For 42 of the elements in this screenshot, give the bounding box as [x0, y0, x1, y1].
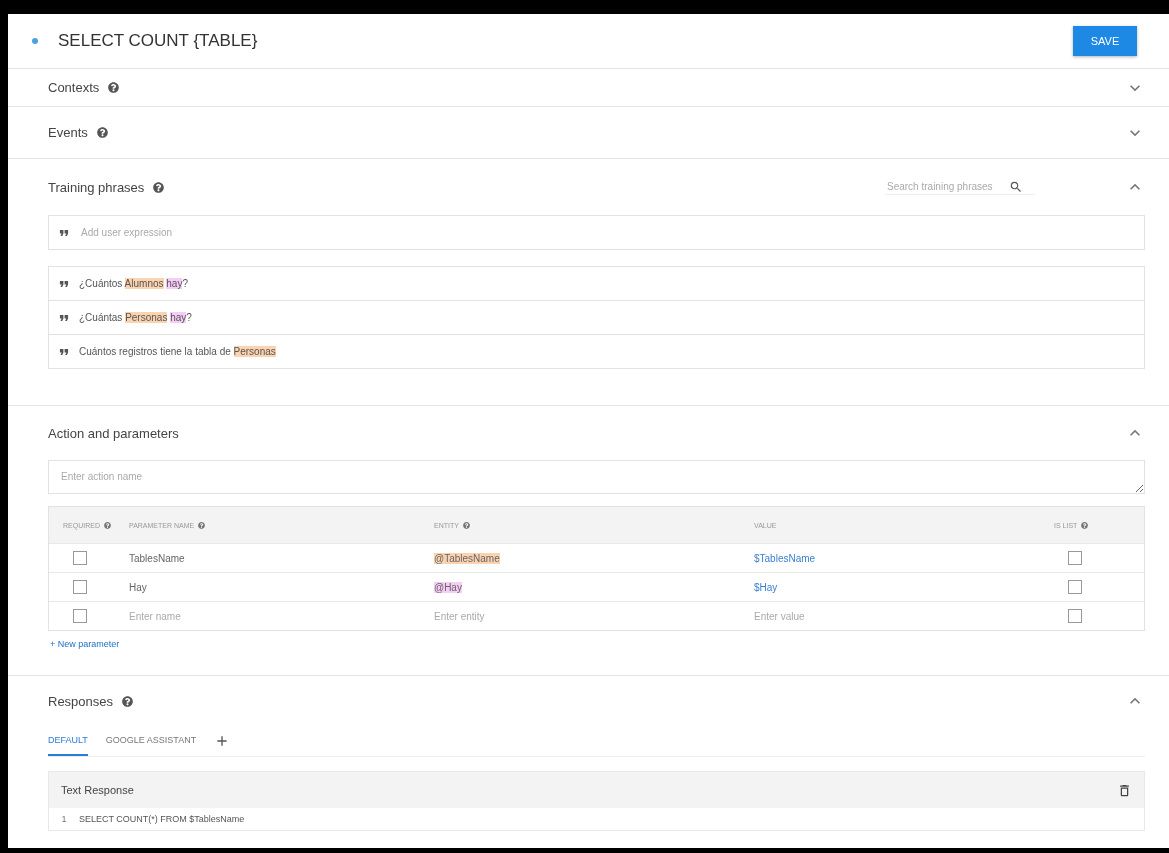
required-checkbox[interactable] [73, 551, 87, 565]
is-list-checkbox[interactable] [1068, 551, 1082, 565]
help-icon[interactable] [153, 181, 165, 193]
add-expression-field[interactable]: Add user expression [48, 215, 1145, 250]
parameter-value: $TablesName [754, 552, 816, 564]
search-icon[interactable] [1009, 179, 1023, 194]
save-button[interactable]: SAVE [1073, 26, 1137, 56]
section-title: Contexts [48, 80, 100, 95]
is-list-checkbox[interactable] [1068, 580, 1082, 594]
help-icon[interactable] [462, 521, 470, 529]
line-number: 1 [60, 814, 68, 824]
required-checkbox[interactable] [73, 580, 87, 594]
entity-tag: @Hay [434, 581, 462, 593]
new-parameter-link[interactable]: + New parameter [50, 639, 120, 649]
section-title: Action and parameters [48, 425, 179, 441]
required-checkbox[interactable] [73, 609, 87, 623]
parameter-name: TablesName [129, 552, 185, 564]
section-title: Responses [48, 693, 114, 709]
response-text[interactable]: SELECT COUNT(*) FROM $TablesName [79, 814, 245, 824]
parameter-name: Hay [129, 581, 147, 593]
help-icon[interactable] [122, 695, 134, 707]
parameter-value: $Hay [754, 581, 778, 593]
training-phrase[interactable]: ¿Cuántos Alumnos hay? [79, 278, 188, 289]
help-icon[interactable] [1081, 521, 1089, 529]
trash-icon[interactable] [1117, 782, 1132, 798]
section-title: Training phrases [48, 179, 145, 195]
training-phrase[interactable]: Cuántos registros tiene la tabla de Personas [79, 346, 276, 357]
intent-title: SELECT COUNT {TABLE} [58, 31, 259, 51]
help-icon[interactable] [96, 127, 108, 138]
action-name-field[interactable]: Enter action name [48, 460, 1145, 494]
response-tab[interactable]: GOOGLE ASSISTANT [105, 726, 197, 756]
help-icon[interactable] [103, 521, 111, 529]
card-title: Text Response [61, 784, 135, 796]
response-tab[interactable]: DEFAULT [48, 726, 88, 756]
help-icon[interactable] [198, 521, 206, 529]
search-field[interactable]: Search training phrases [885, 179, 1035, 195]
help-icon[interactable] [108, 82, 120, 93]
training-phrase[interactable]: ¿Cuántas Personas hay? [79, 312, 192, 323]
section-title: Events [48, 125, 88, 140]
status-dot-icon [32, 38, 38, 44]
entity-tag: @TablesName [434, 552, 500, 564]
is-list-checkbox[interactable] [1068, 609, 1082, 623]
